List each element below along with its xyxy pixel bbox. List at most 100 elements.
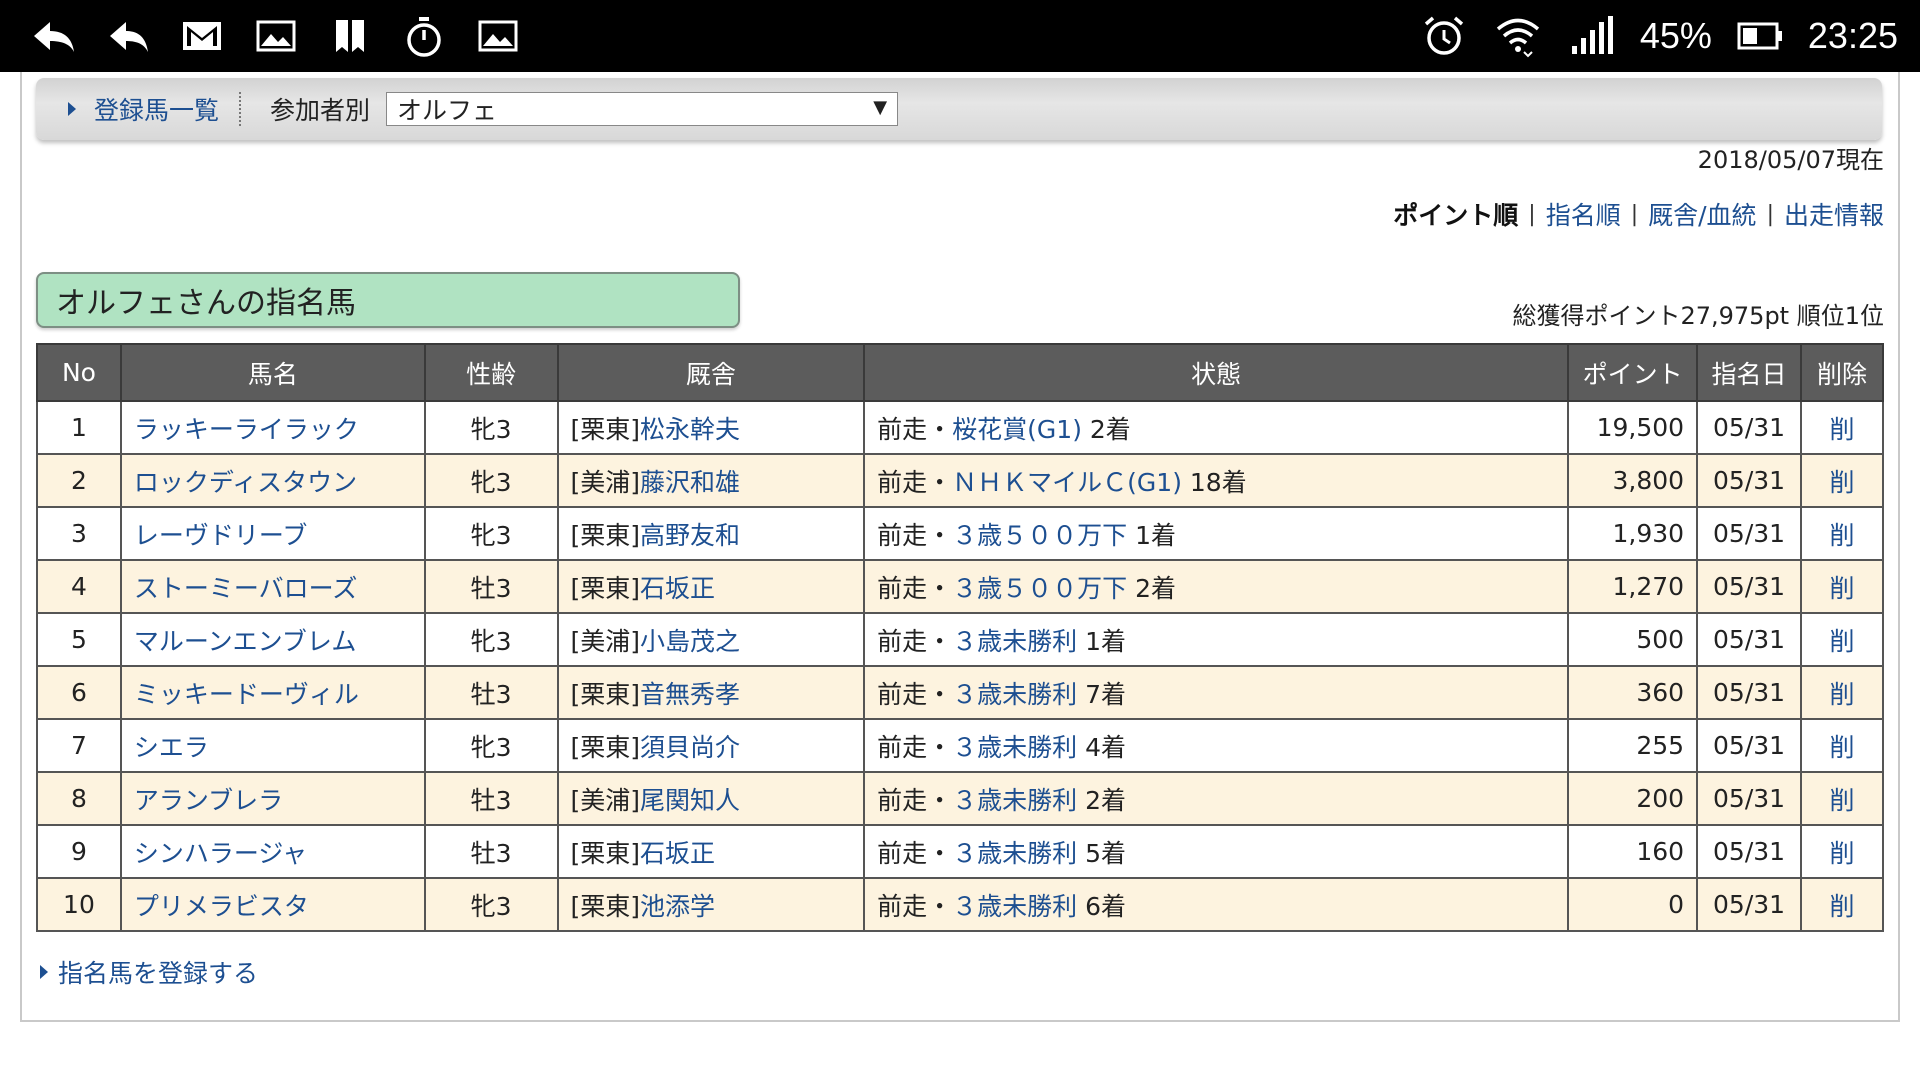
filter-label: 参加者別: [270, 96, 371, 125]
status-cell: 前走・３歳未勝利 7着: [863, 665, 1570, 720]
delete-link[interactable]: 削: [1830, 680, 1855, 709]
horse-name-link[interactable]: ロックディスタウン: [134, 468, 357, 497]
register-horse-link-row: 指名馬を登録する: [40, 954, 258, 990]
delete-link[interactable]: 削: [1830, 839, 1855, 868]
status-cell: 前走・３歳未勝利 6着: [863, 877, 1570, 932]
signal-icon: [1566, 10, 1618, 62]
delete-link[interactable]: 削: [1830, 415, 1855, 444]
trainer-link[interactable]: 高野友和: [640, 521, 740, 550]
table-row: 9 シンハラージャ 牡3 [栗東]石坂正 前走・３歳未勝利 5着 160 05/…: [36, 824, 1884, 879]
horse-name-link[interactable]: プリメラビスタ: [134, 892, 309, 921]
points: 360: [1567, 665, 1699, 720]
race-link[interactable]: ＮＨＫマイルＣ(G1): [952, 468, 1182, 497]
clock: 23:25: [1807, 15, 1898, 56]
stopwatch-icon: [398, 10, 450, 62]
nomination-date: 05/31: [1696, 824, 1803, 879]
table-row: 1 ラッキーライラック 牝3 [栗東]松永幹夫 前走・桜花賞(G1) 2着 19…: [36, 400, 1884, 455]
sort-by-nomination-link[interactable]: 指名順: [1546, 196, 1621, 232]
trainer-link[interactable]: 藤沢和雄: [640, 468, 740, 497]
status-prefix: 前走・: [877, 891, 953, 921]
race-link[interactable]: 桜花賞(G1): [952, 415, 1082, 444]
horse-name-link[interactable]: シエラ: [134, 733, 209, 762]
delete-link[interactable]: 削: [1830, 574, 1855, 603]
total-points: 総獲得ポイント27,975pt 順位1位: [1512, 302, 1884, 330]
trainer-link[interactable]: 松永幹夫: [640, 415, 740, 444]
status-prefix: 前走・: [877, 626, 953, 656]
race-link[interactable]: ３歳未勝利: [952, 839, 1077, 868]
horse-name-link[interactable]: ミッキードーヴィル: [134, 680, 359, 709]
stable-cell: [栗東]松永幹夫: [556, 400, 866, 455]
registered-horses-link[interactable]: 登録馬一覧: [94, 91, 219, 127]
race-link[interactable]: ３歳５００万下: [952, 574, 1127, 603]
delete-link[interactable]: 削: [1830, 733, 1855, 762]
race-link[interactable]: ３歳未勝利: [952, 892, 1077, 921]
status-cell: 前走・桜花賞(G1) 2着: [863, 400, 1570, 455]
status-bar: 45% 23:25: [0, 0, 1920, 72]
status-prefix: 前走・: [877, 467, 953, 497]
as-of-date: 2018/05/07現在: [1697, 146, 1884, 174]
trainer-link[interactable]: 小島茂之: [640, 627, 740, 656]
table-row: 5 マルーンエンブレム 牝3 [美浦]小島茂之 前走・３歳未勝利 1着 500 …: [36, 612, 1884, 667]
delete-link[interactable]: 削: [1830, 521, 1855, 550]
trainer-link[interactable]: 石坂正: [640, 574, 715, 603]
delete-link[interactable]: 削: [1830, 892, 1855, 921]
sex-age: 牡3: [423, 824, 559, 879]
delete-link[interactable]: 削: [1830, 627, 1855, 656]
points: 255: [1567, 718, 1699, 773]
stable-region: [美浦]: [570, 467, 641, 497]
horse-name-link[interactable]: ラッキーライラック: [134, 415, 359, 444]
col-header-date: 指名日: [1696, 343, 1803, 402]
trainer-link[interactable]: 音無秀孝: [640, 680, 740, 709]
nomination-date: 05/31: [1696, 877, 1803, 932]
horse-name-link[interactable]: アランブレラ: [134, 786, 283, 815]
col-header-stable: 厩舎: [556, 343, 866, 402]
stable-region: [美浦]: [570, 785, 641, 815]
points: 3,800: [1567, 453, 1699, 508]
status-cell: 前走・３歳５００万下 1着: [863, 506, 1570, 561]
delete-link[interactable]: 削: [1830, 468, 1855, 497]
delete-cell: 削: [1800, 824, 1884, 879]
nomination-date: 05/31: [1696, 771, 1803, 826]
race-result: 2着: [1135, 573, 1177, 603]
trainer-link[interactable]: 石坂正: [640, 839, 715, 868]
points: 500: [1567, 612, 1699, 667]
horse-name-link[interactable]: シンハラージャ: [134, 839, 307, 868]
points: 1,930: [1567, 506, 1699, 561]
horse-name-link[interactable]: レーヴドリーブ: [134, 521, 308, 550]
status-prefix: 前走・: [877, 520, 953, 550]
trainer-link[interactable]: 尾関知人: [640, 786, 740, 815]
status-cell: 前走・３歳未勝利 5着: [863, 824, 1570, 879]
sort-by-stable-link[interactable]: 厩舎/血統: [1648, 196, 1756, 232]
horse-name-link[interactable]: ストーミーバローズ: [134, 574, 358, 603]
stable-cell: [美浦]藤沢和雄: [556, 453, 866, 508]
image-icon: [250, 10, 302, 62]
trainer-link[interactable]: 須貝尚介: [640, 733, 740, 762]
col-header-name: 馬名: [119, 343, 426, 402]
sex-age: 牝3: [423, 506, 559, 561]
delete-cell: 削: [1800, 400, 1884, 455]
sex-age: 牡3: [423, 665, 559, 720]
horse-name-link[interactable]: マルーンエンブレム: [134, 627, 357, 656]
register-horse-link[interactable]: 指名馬を登録する: [58, 954, 258, 990]
row-no: 3: [36, 506, 122, 561]
stable-region: [栗東]: [570, 520, 641, 550]
stable-region: [栗東]: [570, 838, 641, 868]
delete-link[interactable]: 削: [1830, 786, 1855, 815]
delete-cell: 削: [1800, 877, 1884, 932]
status-prefix: 前走・: [877, 732, 953, 762]
race-link[interactable]: ３歳未勝利: [952, 680, 1077, 709]
race-result: 2着: [1089, 414, 1131, 444]
race-link[interactable]: ３歳５００万下: [952, 521, 1127, 550]
race-link[interactable]: ３歳未勝利: [952, 627, 1077, 656]
alarm-icon: [1418, 10, 1470, 62]
race-link[interactable]: ３歳未勝利: [952, 786, 1077, 815]
sort-points-active: ポイント順: [1393, 201, 1519, 230]
horse-name-cell: ラッキーライラック: [119, 400, 426, 455]
gmail-icon: [176, 10, 228, 62]
race-info-link[interactable]: 出走情報: [1784, 196, 1884, 232]
race-result: 1着: [1085, 626, 1127, 656]
race-link[interactable]: ３歳未勝利: [952, 733, 1077, 762]
row-no: 10: [36, 877, 122, 932]
trainer-link[interactable]: 池添学: [640, 892, 715, 921]
participant-select[interactable]: オルフェ ▼: [386, 92, 899, 126]
